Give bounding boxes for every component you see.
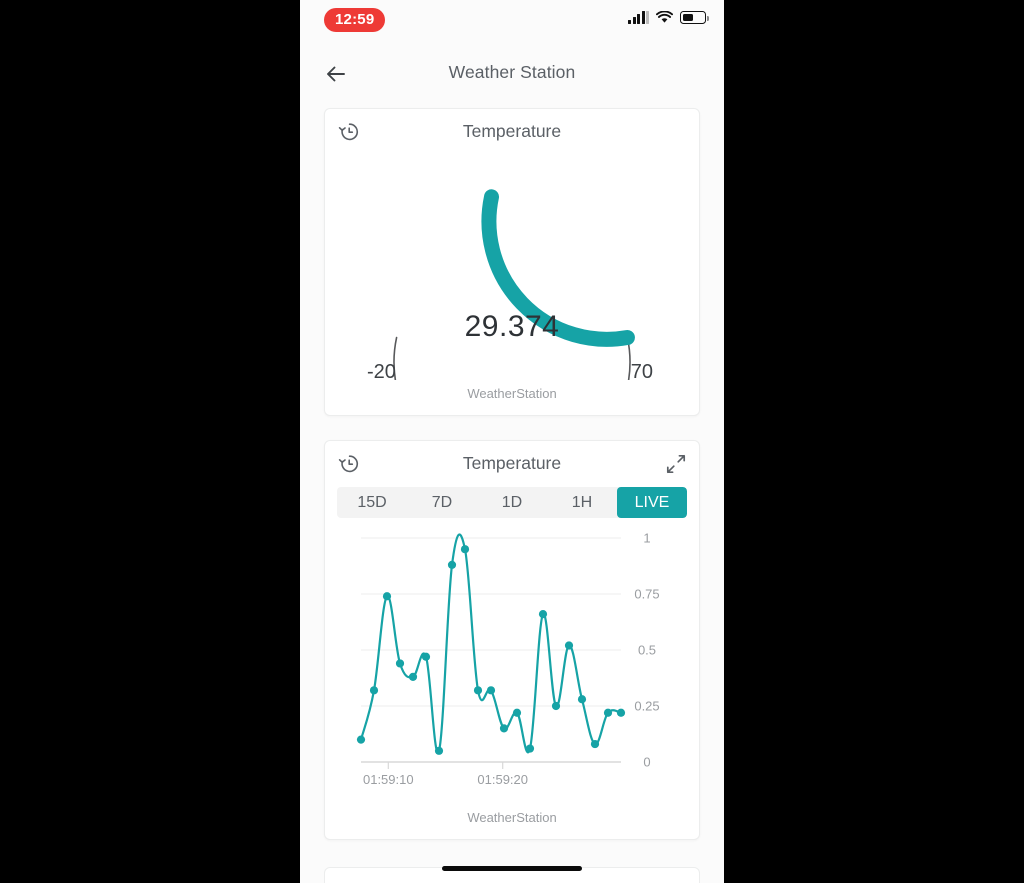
line-chart: 0 0.25 0.5 0.75 1 01:59:10 01:59:20 [325,524,699,804]
gauge-card-title: Temperature [462,121,562,141]
time-range-tabs[interactable]: 15D 7D 1D 1H LIVE [337,487,687,518]
status-bar-time: 12:59 [324,8,386,33]
y-axis-tick-label: 0.5 [638,643,656,658]
data-point[interactable] [356,735,366,744]
data-point[interactable] [408,672,418,681]
x-axis-tick-label: 01:59:10 [363,772,414,787]
gauge-card-header: Temperature [325,109,699,155]
data-point[interactable] [551,701,561,711]
wifi-icon [656,11,673,24]
line-chart-card: Temperature 15D 7D 1D 1H LIVE 0 0.25 0.5 0.75 1 0… [324,440,700,840]
line-series-path [359,533,623,754]
data-point[interactable] [564,641,574,650]
gauge-min-label: -20 [367,361,396,383]
data-point[interactable] [486,686,496,695]
y-axis-tick-label: 1 [643,531,650,546]
data-point[interactable] [434,746,444,755]
data-point[interactable] [395,659,405,668]
data-point[interactable] [473,686,483,695]
gauge-value: 29.374 [464,310,560,343]
y-axis-tick-label: 0 [643,755,650,770]
signal-bars-icon [628,11,649,24]
data-point[interactable] [603,708,613,717]
screenshot-canvas: 12:59 Weather Station Temperature 29.374… [0,0,1024,883]
tab-1h[interactable]: 1H [547,487,617,518]
data-point[interactable] [616,708,626,717]
data-point[interactable] [447,560,457,569]
data-point[interactable] [577,695,587,704]
tab-live[interactable]: LIVE [617,487,687,518]
data-point[interactable] [421,652,431,661]
y-axis-tick-label: 0.75 [634,587,659,602]
data-point[interactable] [499,724,509,733]
gauge-card: Temperature 29.374 -20 70 WeatherStation [324,108,700,416]
data-point[interactable] [369,686,379,695]
gauge-chart: 29.374 -20 70 [325,155,699,383]
tab-1d[interactable]: 1D [477,487,547,518]
data-point[interactable] [512,708,522,717]
expand-icon[interactable] [665,453,687,475]
status-bar-icons [628,11,709,24]
home-indicator [442,866,582,871]
tab-7d[interactable]: 7D [407,487,477,518]
gauge-svg [393,189,635,380]
line-chart-card-title: Temperature [462,453,562,473]
status-bar: 12:59 [300,0,724,40]
line-chart-card-header: Temperature [325,441,699,487]
nav-bar: Weather Station [300,40,724,108]
line-chart-card-footer: WeatherStation [467,810,557,825]
y-axis-tick-label: 0.25 [634,699,659,714]
phone-viewport: 12:59 Weather Station Temperature 29.374… [300,0,724,883]
battery-icon [680,11,709,24]
x-axis-tick-label: 01:59:20 [477,772,528,787]
data-point[interactable] [382,592,392,601]
gauge-max-label: 70 [630,361,653,383]
gauge-card-footer: WeatherStation [467,386,557,401]
data-point[interactable] [460,545,470,554]
data-point[interactable] [525,744,535,753]
page-title: Weather Station [448,62,576,82]
line-chart-svg: 0 0.25 0.5 0.75 1 01:59:10 01:59:20 [356,531,660,787]
data-point[interactable] [538,610,548,619]
tab-15d[interactable]: 15D [337,487,407,518]
data-point[interactable] [590,739,600,749]
